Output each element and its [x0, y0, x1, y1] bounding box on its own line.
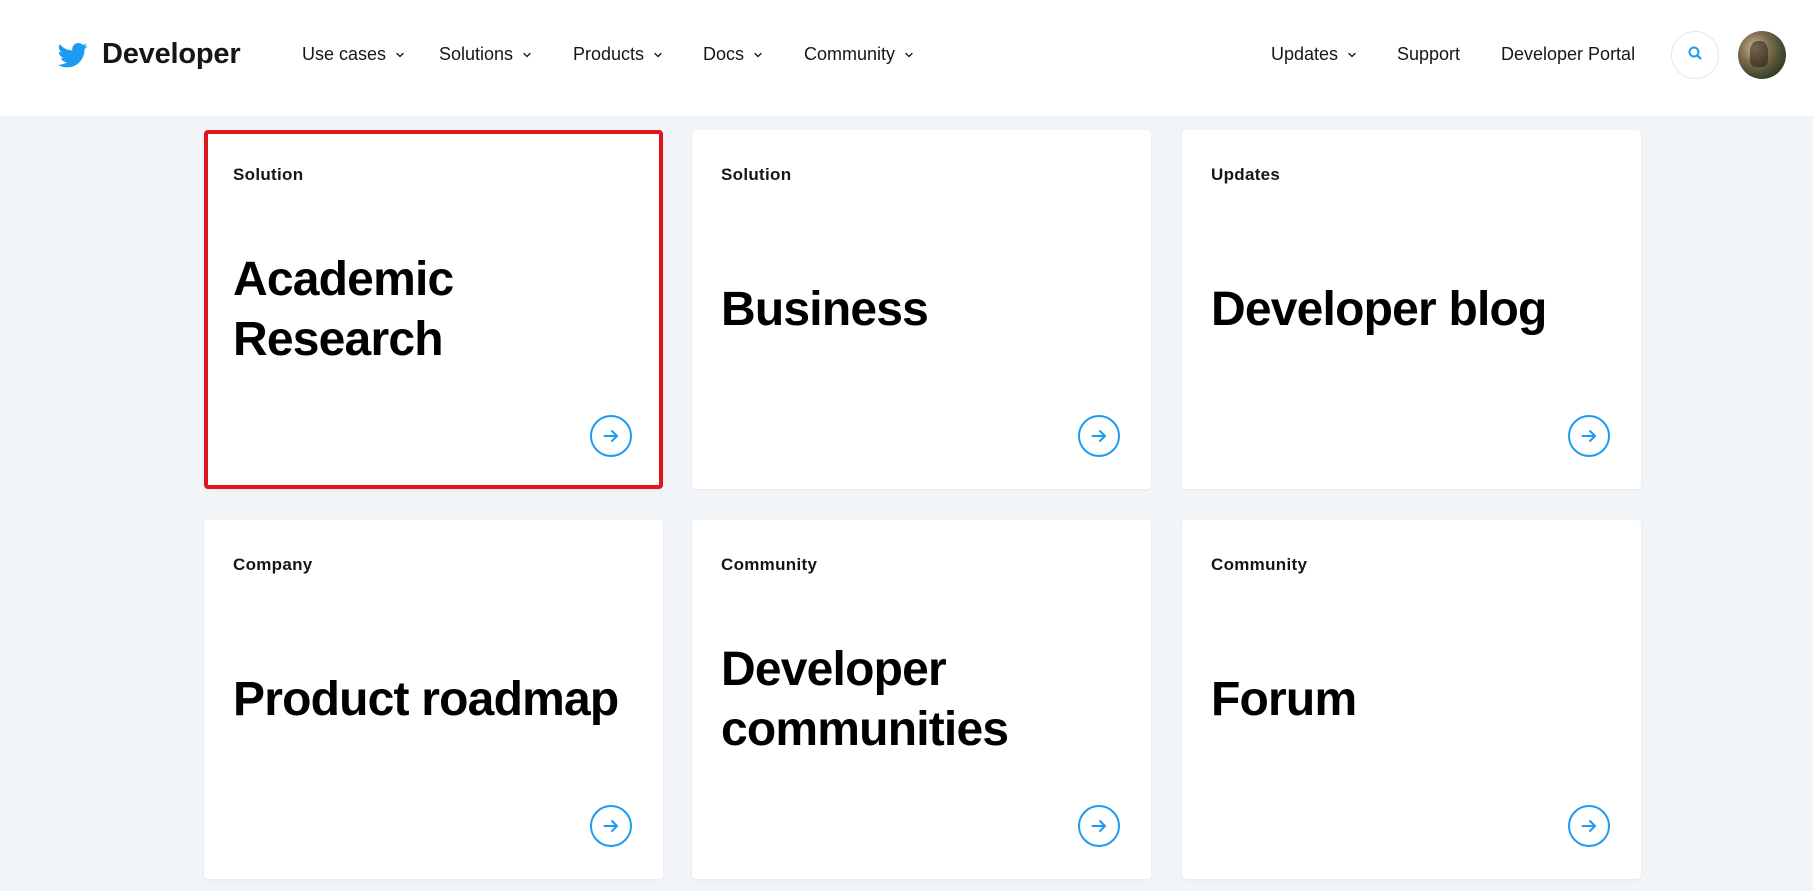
arrow-right-icon[interactable]: [1568, 805, 1610, 847]
card-forum[interactable]: Community Forum: [1182, 520, 1641, 879]
brand-logo-link[interactable]: Developer: [58, 38, 241, 71]
arrow-right-icon[interactable]: [1078, 805, 1120, 847]
arrow-right-icon[interactable]: [590, 805, 632, 847]
card-title: Developer communities: [721, 642, 1009, 756]
nav-item-support[interactable]: Support: [1397, 44, 1460, 65]
chevron-down-icon: [754, 51, 762, 59]
nav-item-label: Products: [573, 44, 645, 64]
nav-item-label: Updates: [1271, 44, 1339, 64]
chevron-down-icon: [905, 51, 913, 59]
nav-item-label: Docs: [703, 44, 745, 64]
nav-item-label: Use cases: [302, 44, 387, 64]
nav-item-label: Solutions: [439, 44, 514, 64]
top-navigation: Developer Use cases Solutions Products Docs…: [0, 0, 1813, 116]
nav-item-label: Developer Portal: [1501, 44, 1636, 64]
card-title: Product roadmap: [233, 672, 619, 726]
nav-item-docs[interactable]: Docs: [703, 44, 762, 65]
card-developer-communities[interactable]: Community Developer communities: [692, 520, 1151, 879]
arrow-right-icon[interactable]: [590, 415, 632, 457]
card-title: Business: [721, 282, 929, 336]
twitter-bird-icon: [58, 40, 88, 70]
card-title: Developer blog: [1211, 282, 1547, 336]
nav-item-label: Support: [1397, 44, 1461, 64]
card-business[interactable]: Solution Business: [692, 130, 1151, 489]
chevron-down-icon: [396, 51, 404, 59]
card-developer-blog[interactable]: Updates Developer blog: [1182, 130, 1641, 489]
card-academic-research[interactable]: Solution Academic Research: [204, 130, 663, 489]
brand-name: Developer: [102, 38, 241, 70]
chevron-down-icon: [1348, 51, 1356, 59]
card-title: Forum: [1211, 672, 1357, 726]
nav-item-label: Community: [804, 44, 896, 64]
card-product-roadmap[interactable]: Company Product roadmap: [204, 520, 663, 879]
nav-item-solutions[interactable]: Solutions: [439, 44, 531, 65]
search-icon: [1687, 45, 1703, 66]
nav-item-use-cases[interactable]: Use cases: [302, 44, 404, 65]
nav-item-community[interactable]: Community: [804, 44, 913, 65]
arrow-right-icon[interactable]: [1078, 415, 1120, 457]
nav-item-products[interactable]: Products: [573, 44, 662, 65]
card-title: Academic Research: [233, 252, 454, 366]
nav-item-developer-portal[interactable]: Developer Portal: [1501, 44, 1635, 65]
arrow-right-icon[interactable]: [1568, 415, 1610, 457]
avatar[interactable]: [1738, 31, 1786, 79]
chevron-down-icon: [523, 51, 531, 59]
chevron-down-icon: [654, 51, 662, 59]
nav-item-updates[interactable]: Updates: [1271, 44, 1356, 65]
search-button[interactable]: [1671, 31, 1719, 79]
